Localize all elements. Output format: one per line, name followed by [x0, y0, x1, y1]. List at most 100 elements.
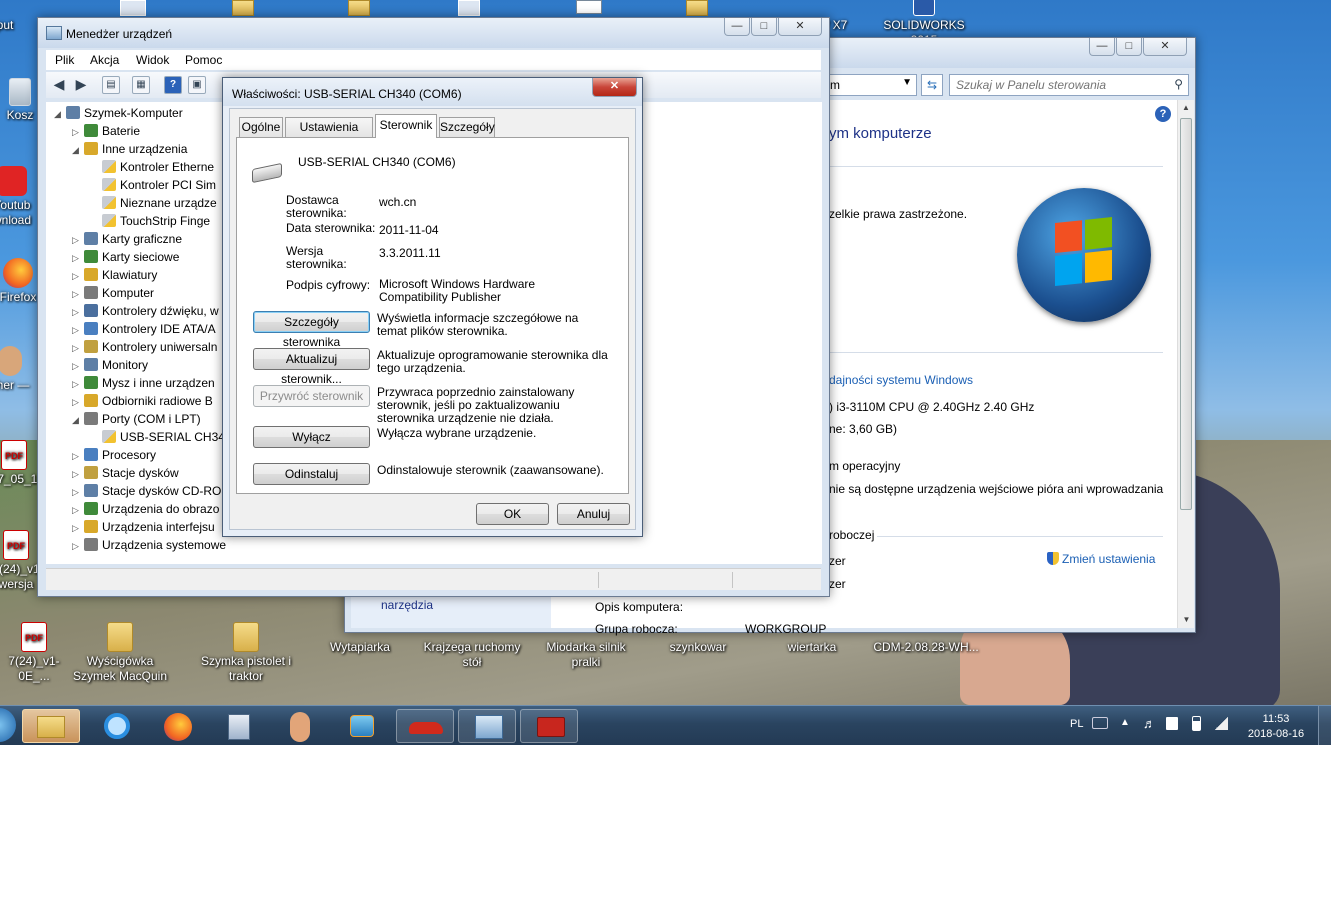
menu-plik[interactable]: Plik — [55, 53, 74, 67]
expand-arrow-icon[interactable]: ▷ — [72, 339, 82, 357]
desktop-icon-folder[interactable]: Szymka pistolet i traktor — [196, 622, 296, 684]
taskbar-explorer[interactable] — [22, 709, 80, 743]
refresh-button[interactable]: ⇆ — [921, 74, 943, 96]
maximize-button[interactable]: □ — [751, 18, 777, 36]
expand-arrow-icon[interactable]: ▷ — [72, 447, 82, 465]
tree-node[interactable]: ◢ Porty (COM i LPT) — [72, 410, 201, 428]
desktop-icon-launcher[interactable]: cher — — [0, 346, 40, 393]
desktop-icon-top-6[interactable] — [686, 0, 708, 16]
close-button[interactable]: ✕ — [1143, 38, 1187, 56]
taskbar-device-manager[interactable] — [458, 709, 516, 743]
expand-arrow-icon[interactable]: ▷ — [72, 123, 82, 141]
volume-icon[interactable]: ♬ — [1143, 716, 1156, 731]
minimize-button[interactable]: — — [724, 18, 750, 36]
desktop-icon-shortcut[interactable]: Miodarka silnik pralki — [536, 640, 636, 670]
desktop-icon-top-1[interactable] — [120, 0, 146, 16]
expand-arrow-icon[interactable]: ▷ — [72, 483, 82, 501]
expand-arrow-icon[interactable]: ▷ — [72, 375, 82, 393]
tab-ogolne[interactable]: Ogólne — [239, 117, 283, 137]
tree-node[interactable]: ▷ Stacje dysków — [72, 464, 179, 482]
tree-node[interactable]: Kontroler Etherne — [90, 158, 214, 176]
menu-akcja[interactable]: Akcja — [90, 53, 119, 67]
rollback-driver-button[interactable]: Przywróć sterownik — [253, 385, 370, 407]
sidebar-link-tools[interactable]: narzędzia — [381, 598, 433, 612]
tree-node[interactable]: ▷ Komputer — [72, 284, 154, 302]
tree-node[interactable]: Nieznane urządze — [90, 194, 217, 212]
ok-button[interactable]: OK — [476, 503, 549, 525]
show-hidden-icons-chevron-icon[interactable]: ▲ — [1120, 717, 1130, 728]
taskbar-internet-explorer[interactable] — [88, 709, 146, 743]
expand-arrow-icon[interactable]: ▷ — [72, 357, 82, 375]
expand-arrow-icon[interactable]: ▷ — [72, 285, 82, 303]
show-desktop-button[interactable] — [1318, 706, 1331, 745]
close-button[interactable]: ✕ — [778, 18, 822, 36]
tree-node[interactable]: ▷ Karty sieciowe — [72, 248, 179, 266]
properties-icon[interactable]: ▦ — [132, 76, 150, 94]
desktop-icon-shortcut[interactable]: CDM-2.08.28-WH... — [868, 640, 984, 655]
taskbar-calculator[interactable] — [210, 709, 268, 743]
update-driver-button[interactable]: Aktualizuj sterownik... — [253, 348, 370, 386]
tree-node[interactable]: Kontroler PCI Sim — [90, 176, 216, 194]
expand-arrow-icon[interactable]: ▷ — [72, 231, 82, 249]
keyboard-icon[interactable] — [1092, 717, 1108, 729]
tree-node[interactable]: ▷ Stacje dysków CD-RO — [72, 482, 221, 500]
scroll-up-arrow[interactable]: ▲ — [1178, 100, 1194, 116]
action-center-icon[interactable] — [1166, 717, 1178, 730]
address-bar[interactable]: m ▼ — [825, 74, 917, 96]
desktop-icon-shortcut[interactable]: szynkowar — [648, 640, 748, 655]
taskbar-media-player[interactable] — [332, 709, 390, 743]
show-hide-tree-icon[interactable]: ▤ — [102, 76, 120, 94]
desktop-icon-top-4[interactable] — [458, 0, 480, 16]
menu-widok[interactable]: Widok — [136, 53, 169, 67]
desktop-icon-computer[interactable]: omput — [0, 18, 40, 33]
menu-pomoc[interactable]: Pomoc — [185, 53, 222, 67]
close-button[interactable]: ✕ — [592, 78, 637, 97]
tree-node[interactable]: ▷ Kontrolery dźwięku, w — [72, 302, 219, 320]
tab-ustawienia-portu[interactable]: Ustawienia portu — [285, 117, 373, 153]
tree-node[interactable]: ▷ Procesory — [72, 446, 156, 464]
expand-arrow-icon[interactable]: ▷ — [72, 267, 82, 285]
tab-szczegoly[interactable]: Szczegóły — [439, 117, 495, 137]
tree-node[interactable]: ▷ Mysz i inne urządzen — [72, 374, 215, 392]
search-field[interactable]: ⚲ — [949, 74, 1189, 96]
tree-node[interactable]: ▷ Odbiorniki radiowe B — [72, 392, 213, 410]
expand-arrow-icon[interactable]: ▷ — [72, 249, 82, 267]
desktop-icon-folder[interactable]: Wyścigówka Szymek MacQuin — [70, 622, 170, 684]
change-settings-link[interactable]: Zmień ustawienia — [1047, 552, 1155, 566]
tree-node[interactable]: USB-SERIAL CH34 — [90, 428, 225, 446]
maximize-button[interactable]: □ — [1116, 38, 1142, 56]
help-icon[interactable]: ? — [164, 76, 182, 94]
driver-details-button[interactable]: Szczegóły sterownika — [253, 311, 370, 349]
help-icon[interactable]: ? — [1155, 106, 1171, 122]
taskbar-car-app[interactable] — [396, 709, 454, 743]
taskbar-worms[interactable] — [270, 709, 328, 743]
collapse-arrow-icon[interactable]: ◢ — [54, 105, 64, 123]
device-manager-titlebar[interactable]: Menedżer urządzeń — [38, 18, 829, 48]
disable-device-button[interactable]: Wyłącz — [253, 426, 370, 448]
desktop-icon-top-2[interactable] — [232, 0, 254, 16]
collapse-arrow-icon[interactable]: ◢ — [72, 411, 82, 429]
desktop-icon-shortcut[interactable]: Wytapiarka — [310, 640, 410, 655]
dialog-titlebar[interactable]: Właściwości: USB-SERIAL CH340 (COM6) — [223, 78, 642, 106]
desktop-icon-top-3[interactable] — [348, 0, 370, 16]
battery-icon[interactable] — [1192, 716, 1201, 731]
tree-node[interactable]: ▷ Kontrolery IDE ATA/A — [72, 320, 216, 338]
expand-arrow-icon[interactable]: ▷ — [72, 465, 82, 483]
tree-node[interactable]: ▷ Kontrolery uniwersaln — [72, 338, 217, 356]
language-indicator[interactable]: PL — [1070, 718, 1083, 730]
tree-node[interactable]: ◢ Szymek-Komputer — [54, 104, 183, 122]
expand-arrow-icon[interactable]: ▷ — [72, 501, 82, 519]
action-icon[interactable]: ▣ — [188, 76, 206, 94]
vertical-scrollbar[interactable]: ▲ ▼ — [1177, 100, 1194, 628]
tree-node[interactable]: ▷ Urządzenia interfejsu — [72, 518, 215, 536]
collapse-arrow-icon[interactable]: ◢ — [72, 141, 82, 159]
clock[interactable]: 11:53 2018-08-16 — [1240, 712, 1312, 742]
expand-arrow-icon[interactable]: ▷ — [72, 321, 82, 339]
tab-sterownik[interactable]: Sterownik — [375, 114, 437, 138]
scroll-thumb[interactable] — [1180, 118, 1192, 510]
expand-arrow-icon[interactable]: ▷ — [72, 393, 82, 411]
desktop-icon-top-5[interactable] — [576, 0, 602, 14]
desktop-icon-youtube-downloader[interactable]: Youtub wnload — [0, 166, 42, 228]
forward-arrow-icon[interactable]: ▶ — [72, 76, 90, 94]
cancel-button[interactable]: Anuluj — [557, 503, 630, 525]
